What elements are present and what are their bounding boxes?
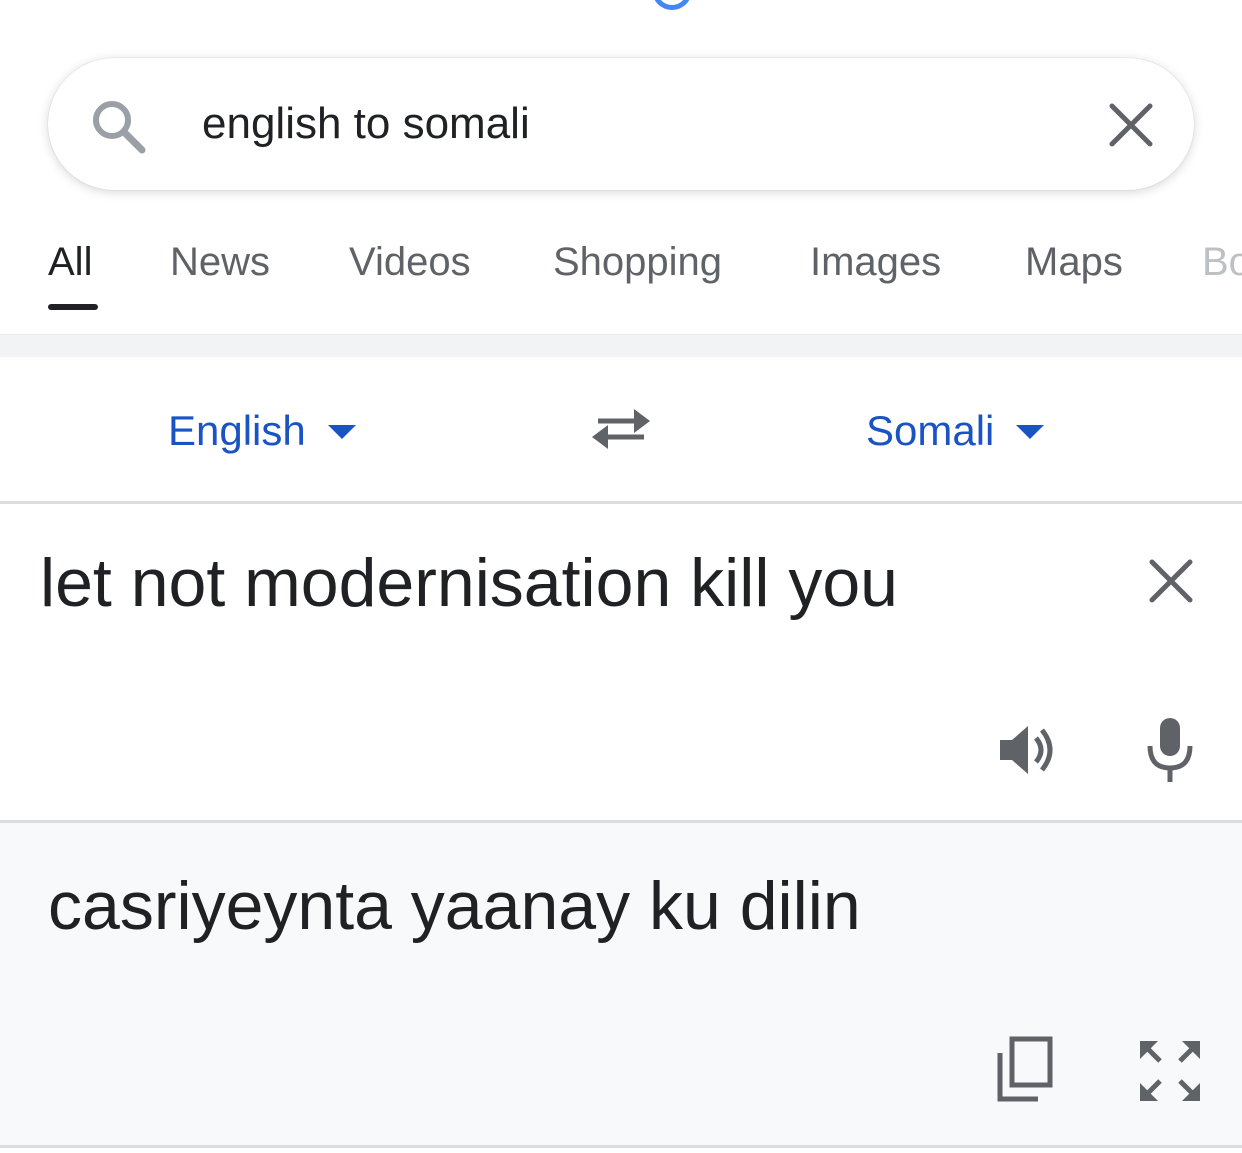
tab-shopping[interactable]: Shopping bbox=[553, 240, 722, 285]
close-icon[interactable] bbox=[1146, 556, 1196, 606]
source-language-label: English bbox=[168, 407, 306, 454]
loading-indicator bbox=[652, 0, 692, 10]
tab-maps[interactable]: Maps bbox=[1025, 240, 1123, 285]
speaker-icon[interactable] bbox=[996, 718, 1060, 782]
section-divider bbox=[0, 334, 1242, 358]
search-input[interactable] bbox=[202, 94, 1062, 154]
search-icon[interactable] bbox=[88, 96, 148, 156]
chevron-down-icon bbox=[1016, 424, 1045, 439]
swap-icon[interactable] bbox=[588, 401, 654, 457]
expand-icon[interactable] bbox=[1138, 1039, 1202, 1103]
tab-videos[interactable]: Videos bbox=[349, 240, 471, 285]
translation-result-area: casriyeynta yaanay ku dilin bbox=[0, 820, 1242, 1148]
target-language-label: Somali bbox=[866, 407, 995, 454]
target-language-dropdown[interactable]: Somali bbox=[866, 407, 1045, 455]
source-language-dropdown[interactable]: English bbox=[168, 407, 356, 455]
mic-icon[interactable] bbox=[1144, 716, 1196, 786]
copy-icon[interactable] bbox=[994, 1035, 1056, 1105]
source-text[interactable]: let not modernisation kill you bbox=[40, 544, 898, 622]
translated-text: casriyeynta yaanay ku dilin bbox=[48, 868, 861, 944]
tab-news[interactable]: News bbox=[170, 240, 270, 285]
tab-books[interactable]: Bo bbox=[1202, 240, 1242, 285]
chevron-down-icon bbox=[327, 424, 356, 439]
language-selector-row: English Somali bbox=[0, 357, 1242, 504]
active-tab-indicator bbox=[48, 304, 98, 310]
source-text-area[interactable]: let not modernisation kill you bbox=[0, 504, 1242, 820]
tab-images[interactable]: Images bbox=[810, 240, 941, 285]
search-tabs: All News Videos Shopping Images Maps Bo bbox=[0, 226, 1242, 310]
close-icon[interactable] bbox=[1104, 98, 1158, 152]
tab-all[interactable]: All bbox=[48, 240, 92, 285]
